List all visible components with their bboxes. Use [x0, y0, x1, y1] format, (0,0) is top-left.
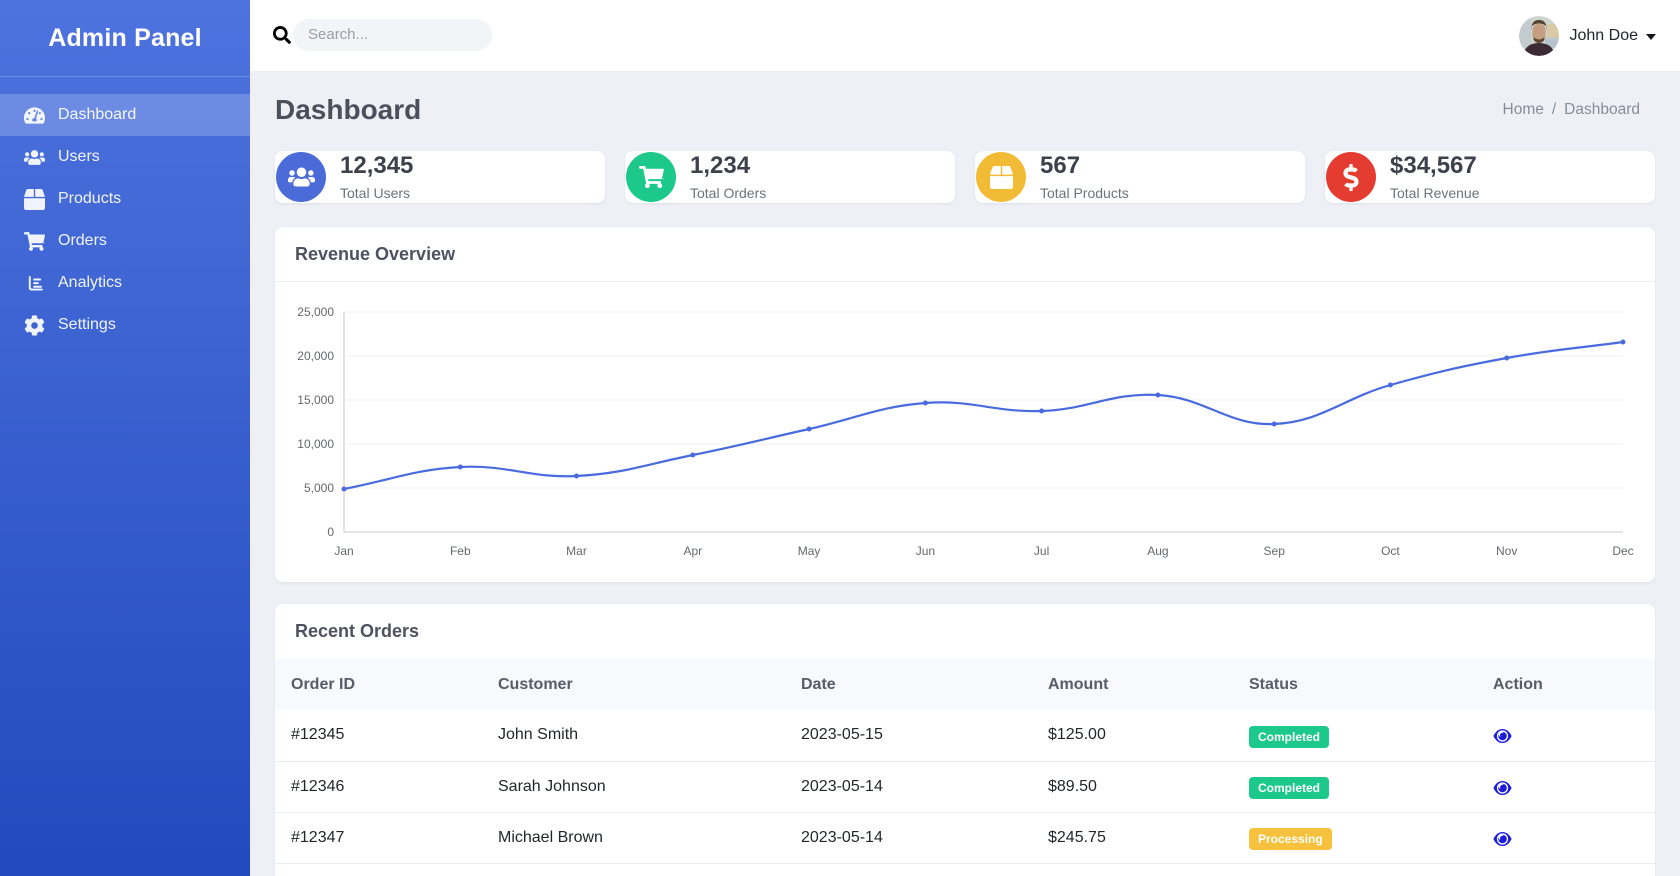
svg-text:Jun: Jun [916, 544, 935, 558]
svg-text:25,000: 25,000 [297, 305, 334, 319]
svg-text:Mar: Mar [566, 544, 587, 558]
svg-text:May: May [798, 544, 821, 558]
svg-text:5,000: 5,000 [304, 481, 334, 495]
svg-text:Jul: Jul [1034, 544, 1049, 558]
svg-text:10,000: 10,000 [297, 437, 334, 451]
svg-text:Jan: Jan [334, 544, 353, 558]
svg-text:Dec: Dec [1612, 544, 1633, 558]
svg-text:Sep: Sep [1264, 544, 1286, 558]
svg-text:Nov: Nov [1496, 544, 1517, 558]
svg-text:Apr: Apr [683, 544, 702, 558]
svg-text:0: 0 [327, 525, 334, 539]
svg-text:20,000: 20,000 [297, 349, 334, 363]
svg-text:Feb: Feb [450, 544, 471, 558]
svg-text:15,000: 15,000 [297, 393, 334, 407]
svg-text:Oct: Oct [1381, 544, 1400, 558]
svg-text:Aug: Aug [1147, 544, 1168, 558]
